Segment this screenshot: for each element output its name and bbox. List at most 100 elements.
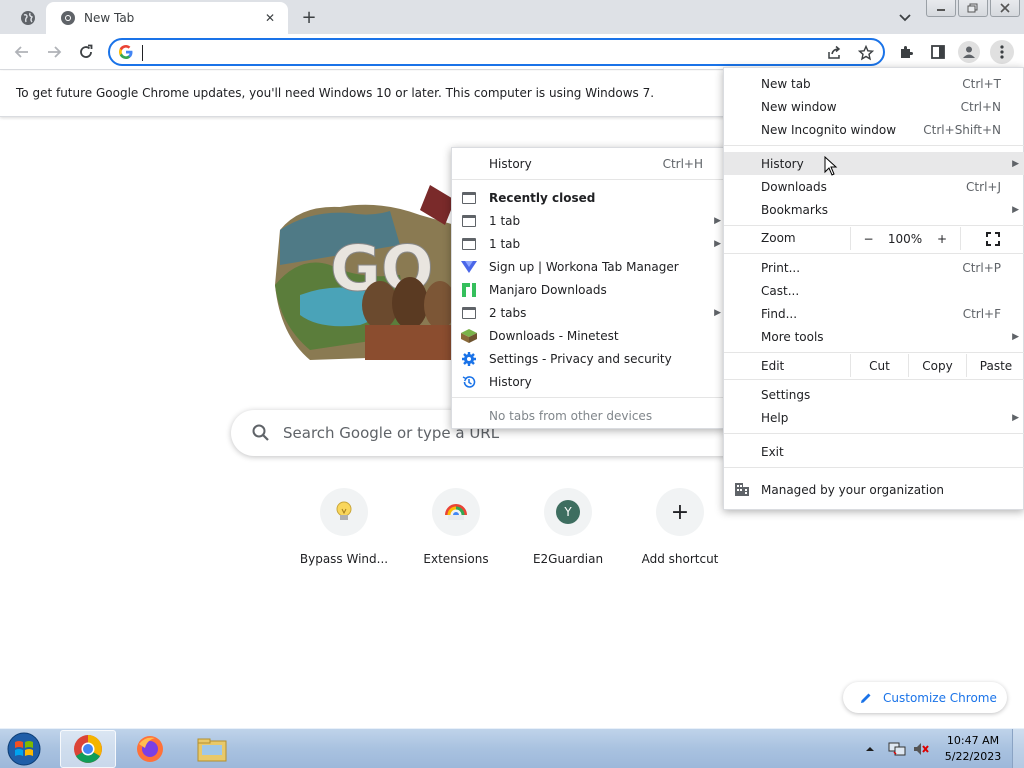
taskbar-explorer[interactable] (184, 730, 240, 768)
submenu-item-recent[interactable]: History (452, 370, 727, 393)
volume-muted-icon[interactable] (912, 741, 930, 757)
shortcut-label: Extensions (423, 552, 489, 566)
history-submenu: History Ctrl+H Recently closed 1 tab ▶ 1… (451, 147, 753, 429)
menu-item-find[interactable]: Find... Ctrl+F (724, 302, 1024, 325)
menu-item-history[interactable]: History ▶ (724, 152, 1024, 175)
side-panel-button[interactable] (928, 42, 948, 62)
address-input[interactable] (142, 42, 802, 62)
address-bar[interactable] (108, 38, 885, 66)
building-icon (735, 483, 749, 496)
menu-item-cast[interactable]: Cast... (724, 279, 1024, 302)
new-tab-button[interactable]: + (298, 6, 320, 28)
paste-button[interactable]: Paste (966, 354, 1024, 377)
submenu-item-recent[interactable]: 1 tab ▶ (452, 209, 727, 232)
extensions-button[interactable] (896, 42, 916, 62)
submenu-item-recent[interactable]: Sign up | Workona Tab Manager (452, 255, 727, 278)
restore-button[interactable] (958, 0, 988, 17)
shortcut-icon-circle (320, 488, 368, 536)
menu-item-downloads[interactable]: Downloads Ctrl+J (724, 175, 1024, 198)
shortcut-tile[interactable]: Extensions (406, 488, 506, 566)
submenu-item-recent[interactable]: 2 tabs ▶ (452, 301, 727, 324)
workona-icon (461, 259, 477, 274)
clock-time: 10:47 AM (946, 734, 1000, 747)
zoom-out-button[interactable]: − (850, 227, 886, 250)
menu-item-label: No tabs from other devices (489, 408, 653, 423)
close-icon[interactable]: ✕ (262, 10, 278, 26)
back-button[interactable] (12, 42, 32, 62)
submenu-item-recent[interactable]: Downloads - Minetest (452, 324, 727, 347)
shortcut-icon-circle (432, 488, 480, 536)
chrome-menu-button[interactable] (990, 40, 1014, 64)
menu-item-help[interactable]: Help ▶ (724, 406, 1024, 429)
menu-item-label: History (489, 156, 532, 171)
zoom-row: Zoom − 100% + (724, 227, 1024, 250)
letter-avatar-icon: Y (556, 500, 580, 524)
minetest-icon (461, 328, 477, 343)
menu-item-label: Downloads - Minetest (489, 328, 619, 343)
menu-separator (452, 179, 753, 180)
fullscreen-button[interactable] (960, 227, 1024, 250)
menu-item-label: Settings (761, 387, 811, 402)
taskbar-chrome[interactable] (60, 730, 116, 768)
menu-item-exit[interactable]: Exit (724, 440, 1024, 463)
menu-item-label: More tools (761, 329, 824, 344)
menu-item-more-tools[interactable]: More tools ▶ (724, 325, 1024, 348)
minimize-button[interactable] (926, 0, 956, 17)
submenu-item-recent[interactable]: Settings - Privacy and security (452, 347, 727, 370)
fullscreen-icon (986, 231, 1000, 246)
chevron-right-icon: ▶ (1012, 412, 1019, 423)
taskbar-clock[interactable]: 10:47 AM 5/22/2023 (940, 733, 1006, 765)
menu-item-label: New Incognito window (761, 122, 897, 137)
tab-new-tab[interactable]: New Tab ✕ (46, 2, 288, 34)
tab-inactive[interactable] (10, 6, 46, 30)
chrome-main-menu: New tab Ctrl+T New window Ctrl+N New Inc… (723, 67, 1024, 510)
tab-icon (461, 190, 477, 205)
network-icon[interactable] (888, 741, 906, 757)
shortcut-hint: Ctrl+H (662, 156, 703, 171)
file-explorer-icon (197, 738, 227, 762)
menu-item-new-incognito[interactable]: New Incognito window Ctrl+Shift+N (724, 118, 1024, 141)
customize-chrome-button[interactable]: Customize Chrome (843, 682, 1007, 713)
mouse-cursor-icon (824, 156, 838, 176)
forward-button[interactable] (44, 42, 64, 62)
close-window-button[interactable] (990, 0, 1020, 17)
submenu-item-recent[interactable]: Manjaro Downloads (452, 278, 727, 301)
chevron-down-icon[interactable] (896, 8, 914, 26)
submenu-item-recent[interactable]: 1 tab ▶ (452, 232, 727, 255)
menu-item-settings[interactable]: Settings (724, 383, 1024, 406)
reload-icon (80, 44, 93, 58)
menu-separator (724, 352, 1024, 353)
menu-item-label: History (489, 374, 532, 389)
menu-item-new-tab[interactable]: New tab Ctrl+T (724, 72, 1024, 95)
menu-item-label: New tab (761, 76, 811, 91)
menu-item-new-window[interactable]: New window Ctrl+N (724, 95, 1024, 118)
tray-expand-icon[interactable] (864, 743, 876, 755)
show-desktop-button[interactable] (1012, 729, 1024, 768)
reload-button[interactable] (76, 42, 96, 62)
share-icon[interactable] (826, 45, 842, 61)
zoom-in-button[interactable]: + (924, 227, 960, 250)
profile-button[interactable] (958, 41, 980, 63)
menu-item-print[interactable]: Print... Ctrl+P (724, 256, 1024, 279)
menu-item-label: Settings - Privacy and security (489, 351, 672, 366)
taskbar-firefox[interactable] (122, 730, 178, 768)
add-shortcut-tile[interactable]: + Add shortcut (630, 488, 730, 566)
menu-item-managed[interactable]: Managed by your organization (724, 478, 1024, 501)
no-tabs-other-devices: No tabs from other devices (452, 404, 727, 427)
copy-button[interactable]: Copy (908, 354, 966, 377)
menu-item-bookmarks[interactable]: Bookmarks ▶ (724, 198, 1024, 221)
google-g-icon (119, 45, 133, 59)
google-doodle[interactable]: GO (270, 185, 460, 360)
zoom-label: Zoom (761, 231, 796, 245)
submenu-item-history[interactable]: History Ctrl+H (452, 152, 727, 175)
lightbulb-icon (336, 501, 352, 520)
cut-button[interactable]: Cut (850, 354, 908, 377)
tab-strip: New Tab ✕ + (0, 0, 1024, 34)
star-icon[interactable] (858, 45, 874, 61)
back-arrow-icon (14, 46, 28, 58)
chrome-tab-icon (61, 11, 75, 25)
side-panel-icon (931, 45, 945, 59)
shortcut-tile[interactable]: Bypass Wind... (294, 488, 394, 566)
shortcut-tile[interactable]: Y E2Guardian (518, 488, 618, 566)
start-button[interactable] (4, 731, 46, 767)
